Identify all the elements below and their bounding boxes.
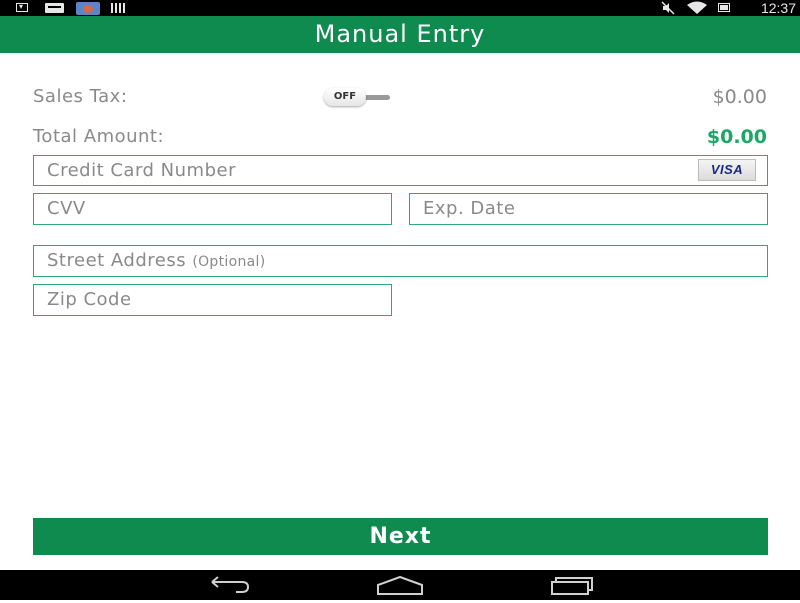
download-icon: ▾ (14, 2, 30, 13)
navigation-bar (0, 570, 800, 600)
exp-date-field[interactable]: Exp. Date (409, 193, 768, 225)
street-address-placeholder: Street Address (Optional) (47, 246, 265, 277)
toggle-knob: OFF (324, 88, 366, 106)
visa-logo: VISA (698, 159, 756, 181)
home-icon[interactable] (370, 573, 430, 599)
optional-hint: (Optional) (192, 254, 266, 270)
cvv-placeholder: CVV (47, 198, 86, 219)
barcode-icon (111, 2, 129, 13)
mute-icon (660, 0, 676, 16)
zip-code-placeholder: Zip Code (47, 289, 132, 310)
credit-card-number-field[interactable]: Credit Card Number VISA (33, 155, 768, 186)
sales-tax-toggle[interactable]: OFF (324, 88, 396, 108)
photo-icon (76, 2, 101, 15)
street-address-text: Street Address (47, 250, 187, 271)
street-address-field[interactable]: Street Address (Optional) (33, 245, 768, 277)
recents-icon[interactable] (540, 573, 600, 599)
status-bar: ▾ 12:37 (0, 0, 800, 16)
back-icon[interactable] (198, 573, 258, 599)
credit-card-number-placeholder: Credit Card Number (47, 160, 236, 181)
cvv-field[interactable]: CVV (33, 193, 392, 225)
page-title: Manual Entry (314, 20, 486, 48)
zip-code-field[interactable]: Zip Code (33, 284, 392, 316)
battery-icon (716, 0, 732, 16)
sales-tax-label: Sales Tax: (33, 86, 128, 107)
total-amount-label: Total Amount: (33, 126, 165, 147)
sales-tax-value: $0.00 (712, 86, 767, 108)
wifi-icon (686, 0, 708, 16)
exp-date-placeholder: Exp. Date (423, 198, 516, 219)
app-header: Manual Entry (0, 16, 800, 53)
status-time: 12:37 (760, 0, 796, 16)
next-button[interactable]: Next (33, 518, 768, 555)
total-amount-value: $0.00 (706, 126, 767, 148)
card-icon (45, 2, 65, 13)
